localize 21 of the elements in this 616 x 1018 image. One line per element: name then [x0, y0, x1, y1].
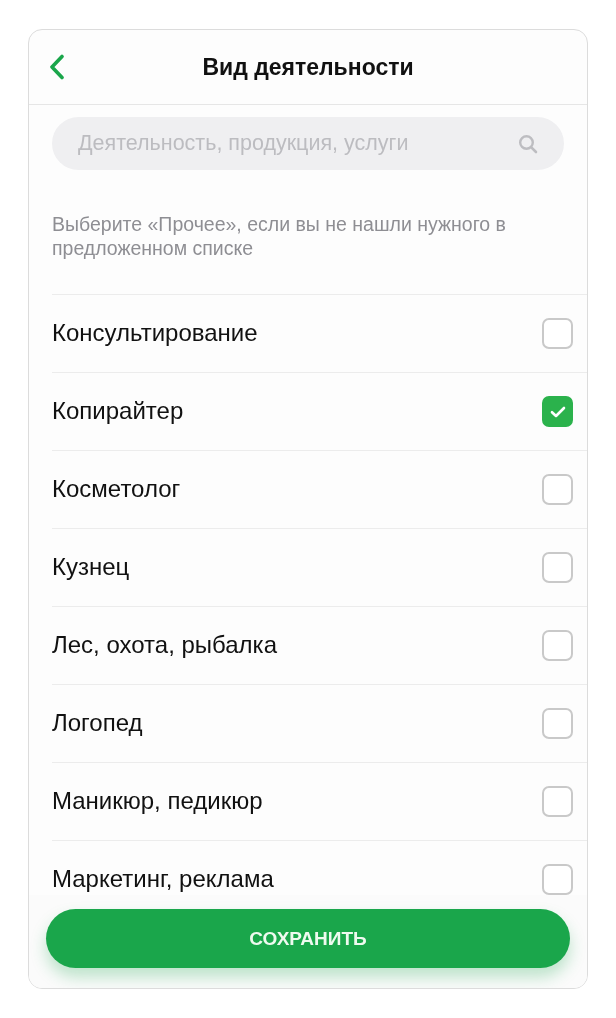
- checkbox[interactable]: [542, 864, 573, 895]
- chevron-left-icon: [49, 54, 65, 80]
- activity-label[interactable]: Маникюр, педикюр: [52, 788, 263, 815]
- checkbox[interactable]: [542, 474, 573, 505]
- checkbox[interactable]: [542, 396, 573, 427]
- activity-label[interactable]: Копирайтер: [52, 398, 184, 425]
- screen-title: Вид деятельности: [202, 53, 414, 81]
- checkbox[interactable]: [542, 552, 573, 583]
- activity-label[interactable]: Лес, охота, рыбалка: [52, 632, 277, 659]
- activity-label[interactable]: Кузнец: [52, 554, 130, 581]
- checkbox[interactable]: [542, 630, 573, 661]
- hint-text: Выберите «Прочее», если вы не нашли нужного в предложенном списке: [52, 212, 507, 260]
- checkbox[interactable]: [542, 786, 573, 817]
- checkbox[interactable]: [542, 708, 573, 739]
- check-icon: [549, 405, 566, 418]
- checkbox[interactable]: [542, 318, 573, 349]
- activity-label[interactable]: Маркетинг, реклама: [52, 866, 274, 893]
- search-icon: [518, 134, 538, 154]
- activity-label[interactable]: Логопед: [52, 710, 143, 737]
- activity-label[interactable]: Косметолог: [52, 476, 181, 503]
- activity-label[interactable]: Консультирование: [52, 320, 258, 347]
